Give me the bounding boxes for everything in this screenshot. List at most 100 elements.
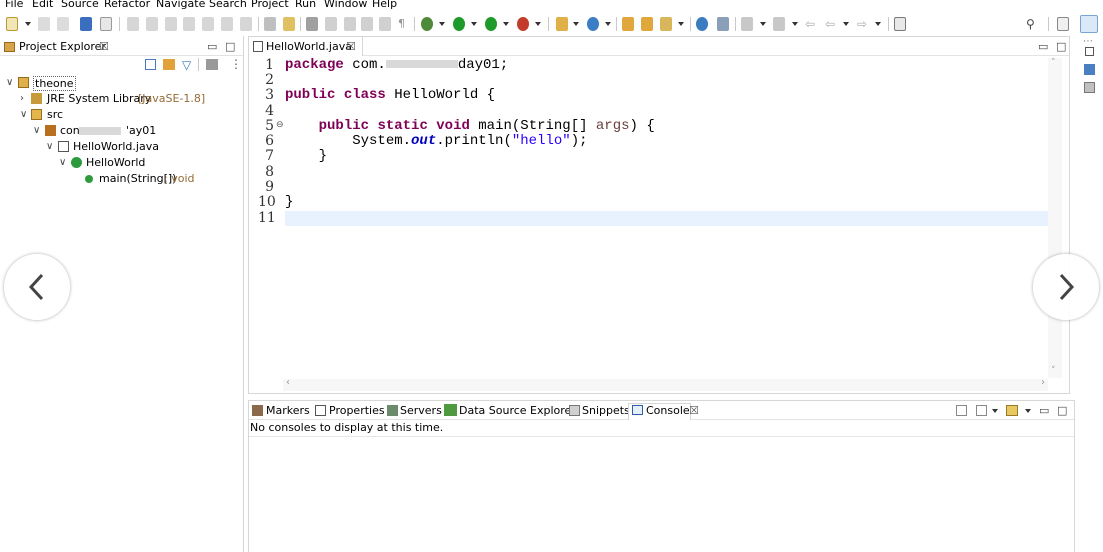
menu-navigate[interactable]: Navigate bbox=[156, 0, 205, 11]
menu-search[interactable]: Search bbox=[209, 0, 247, 11]
view-menu-icon[interactable]: ⋮ bbox=[230, 57, 242, 71]
search-tool-icon[interactable] bbox=[100, 17, 112, 31]
toggle-mark-occurrences-icon[interactable] bbox=[306, 17, 318, 31]
open-console-dropdown-icon[interactable] bbox=[1025, 408, 1032, 415]
menu-edit[interactable]: Edit bbox=[32, 0, 53, 11]
external-tools-icon[interactable] bbox=[517, 17, 529, 31]
debug-icon[interactable] bbox=[421, 17, 433, 31]
pilcrow-icon[interactable]: ¶ bbox=[398, 17, 408, 31]
filter-icon[interactable]: ▽ bbox=[182, 58, 191, 72]
drop-frame-icon[interactable] bbox=[264, 17, 276, 31]
tab-snippets[interactable]: Snippets bbox=[582, 404, 630, 417]
last-edit-icon[interactable]: ⇦ bbox=[805, 17, 819, 31]
code-line-5[interactable]: public static void main(String[] args) { bbox=[285, 119, 655, 134]
collapse-all-icon[interactable] bbox=[145, 59, 156, 70]
suspend-icon[interactable] bbox=[146, 17, 158, 31]
open-type-icon[interactable] bbox=[622, 17, 634, 31]
editor-tab[interactable]: HelloWorld.java ☒ bbox=[249, 37, 363, 56]
previous-arrow-button[interactable] bbox=[4, 254, 70, 320]
tab-properties[interactable]: Properties bbox=[329, 404, 385, 417]
next-annotation-icon[interactable] bbox=[741, 17, 753, 31]
previous-annotation-icon[interactable] bbox=[773, 17, 785, 31]
minimize-icon[interactable]: ▭ bbox=[1038, 40, 1048, 53]
tab-console[interactable]: Console bbox=[646, 404, 690, 417]
use-step-filters-icon[interactable] bbox=[283, 17, 295, 31]
vertical-scrollbar[interactable]: ˄ ˅ bbox=[1048, 58, 1062, 378]
maximize-icon[interactable]: □ bbox=[1056, 40, 1066, 53]
close-icon[interactable]: ☒ bbox=[99, 40, 109, 53]
resume-icon[interactable] bbox=[127, 17, 139, 31]
outline-icon[interactable] bbox=[1084, 64, 1095, 75]
tree-item-main-method[interactable]: main(String[]) : void bbox=[0, 171, 243, 187]
previous-annotation-dropdown-icon[interactable] bbox=[792, 21, 799, 28]
minimize-icon[interactable]: ▭ bbox=[207, 40, 217, 53]
tree-item-package[interactable]: ∨ con 'ay01 bbox=[0, 123, 243, 139]
menu-window[interactable]: Window bbox=[324, 0, 367, 11]
external-tools-dropdown-icon[interactable] bbox=[535, 21, 542, 28]
tree-item-jre-library[interactable]: › JRE System Library [JavaSE-1.8] bbox=[0, 91, 243, 107]
tree-item-src[interactable]: ∨ src bbox=[0, 107, 243, 123]
new-class-dropdown-icon[interactable] bbox=[605, 21, 612, 28]
debug-dropdown-icon[interactable] bbox=[439, 21, 446, 28]
run-dropdown-icon[interactable] bbox=[471, 21, 478, 28]
block-selection-icon[interactable] bbox=[344, 17, 356, 31]
tab-servers[interactable]: Servers bbox=[400, 404, 442, 417]
minimize-icon[interactable]: ▭ bbox=[1039, 404, 1049, 417]
forward-icon[interactable]: ⇨ bbox=[857, 17, 871, 31]
focus-on-task-icon[interactable] bbox=[206, 59, 218, 70]
menu-refactor[interactable]: Refactor bbox=[104, 0, 150, 11]
toggle-breadcrumb-icon[interactable] bbox=[325, 17, 337, 31]
annotation-icon[interactable] bbox=[660, 17, 672, 31]
link-with-editor-icon[interactable] bbox=[163, 59, 175, 70]
new-icon[interactable] bbox=[6, 17, 18, 31]
open-perspective-icon[interactable] bbox=[1057, 17, 1069, 31]
back-icon[interactable]: ⇦ bbox=[825, 17, 839, 31]
chevron-down-icon[interactable]: ∨ bbox=[33, 123, 40, 139]
display-console-icon[interactable] bbox=[976, 405, 987, 416]
open-console-icon[interactable] bbox=[1006, 405, 1018, 416]
menu-run[interactable]: Run bbox=[295, 0, 316, 11]
word-wrap-icon[interactable] bbox=[361, 17, 373, 31]
code-line-3[interactable]: public class HelloWorld { bbox=[285, 88, 495, 103]
tree-item-helloworld-class[interactable]: ∨ HelloWorld bbox=[0, 155, 243, 171]
open-task-icon[interactable] bbox=[641, 17, 653, 31]
more-icon[interactable]: ⋯ bbox=[1083, 36, 1093, 47]
new-class-icon[interactable] bbox=[587, 17, 599, 31]
fold-collapse-icon[interactable]: ⊖ bbox=[276, 120, 284, 130]
step-into-icon[interactable] bbox=[202, 17, 214, 31]
chevron-down-icon[interactable]: ∨ bbox=[6, 75, 13, 91]
project-explorer-title[interactable]: Project Explorer bbox=[19, 40, 106, 53]
search-toolbar-icon[interactable] bbox=[717, 17, 729, 31]
maximize-icon[interactable]: □ bbox=[225, 40, 235, 53]
horizontal-scrollbar[interactable]: ‹ › bbox=[283, 377, 1048, 391]
maximize-icon[interactable]: □ bbox=[1057, 404, 1067, 417]
chevron-left-icon[interactable]: ‹ bbox=[286, 377, 290, 388]
save-all-icon[interactable] bbox=[57, 17, 69, 31]
next-arrow-button[interactable] bbox=[1033, 254, 1099, 320]
java-perspective-icon[interactable] bbox=[1080, 15, 1098, 33]
step-over-icon[interactable] bbox=[221, 17, 233, 31]
tab-data-source-explorer[interactable]: Data Source Explorer bbox=[459, 404, 576, 417]
task-list-icon[interactable] bbox=[1084, 82, 1095, 93]
chevron-up-icon[interactable]: ˄ bbox=[1051, 58, 1056, 68]
coverage-icon[interactable] bbox=[485, 17, 497, 31]
new-dropdown-icon[interactable] bbox=[25, 21, 32, 28]
forward-dropdown-icon[interactable] bbox=[875, 21, 882, 28]
menu-project[interactable]: Project bbox=[251, 0, 289, 11]
pin-console-icon[interactable] bbox=[956, 405, 967, 416]
code-line-10[interactable]: } bbox=[285, 195, 293, 210]
next-annotation-dropdown-icon[interactable] bbox=[760, 21, 767, 28]
chevron-down-icon[interactable]: ∨ bbox=[20, 107, 27, 123]
tree-item-theone[interactable]: ∨ theone bbox=[0, 75, 243, 91]
code-line-1[interactable]: package com. day01; bbox=[285, 58, 508, 73]
search-icon[interactable]: ⚲ bbox=[1026, 17, 1038, 31]
terminate-icon[interactable] bbox=[165, 17, 177, 31]
code-line-7[interactable]: } bbox=[285, 149, 327, 164]
display-console-dropdown-icon[interactable] bbox=[992, 408, 999, 415]
pin-editor-icon[interactable] bbox=[894, 17, 906, 31]
open-console-icon[interactable] bbox=[80, 17, 92, 31]
chevron-down-icon[interactable]: ∨ bbox=[46, 139, 53, 155]
menu-file[interactable]: File bbox=[5, 0, 23, 11]
code-line-6[interactable]: System.out.println("hello"); bbox=[285, 134, 587, 149]
coverage-dropdown-icon[interactable] bbox=[503, 21, 510, 28]
